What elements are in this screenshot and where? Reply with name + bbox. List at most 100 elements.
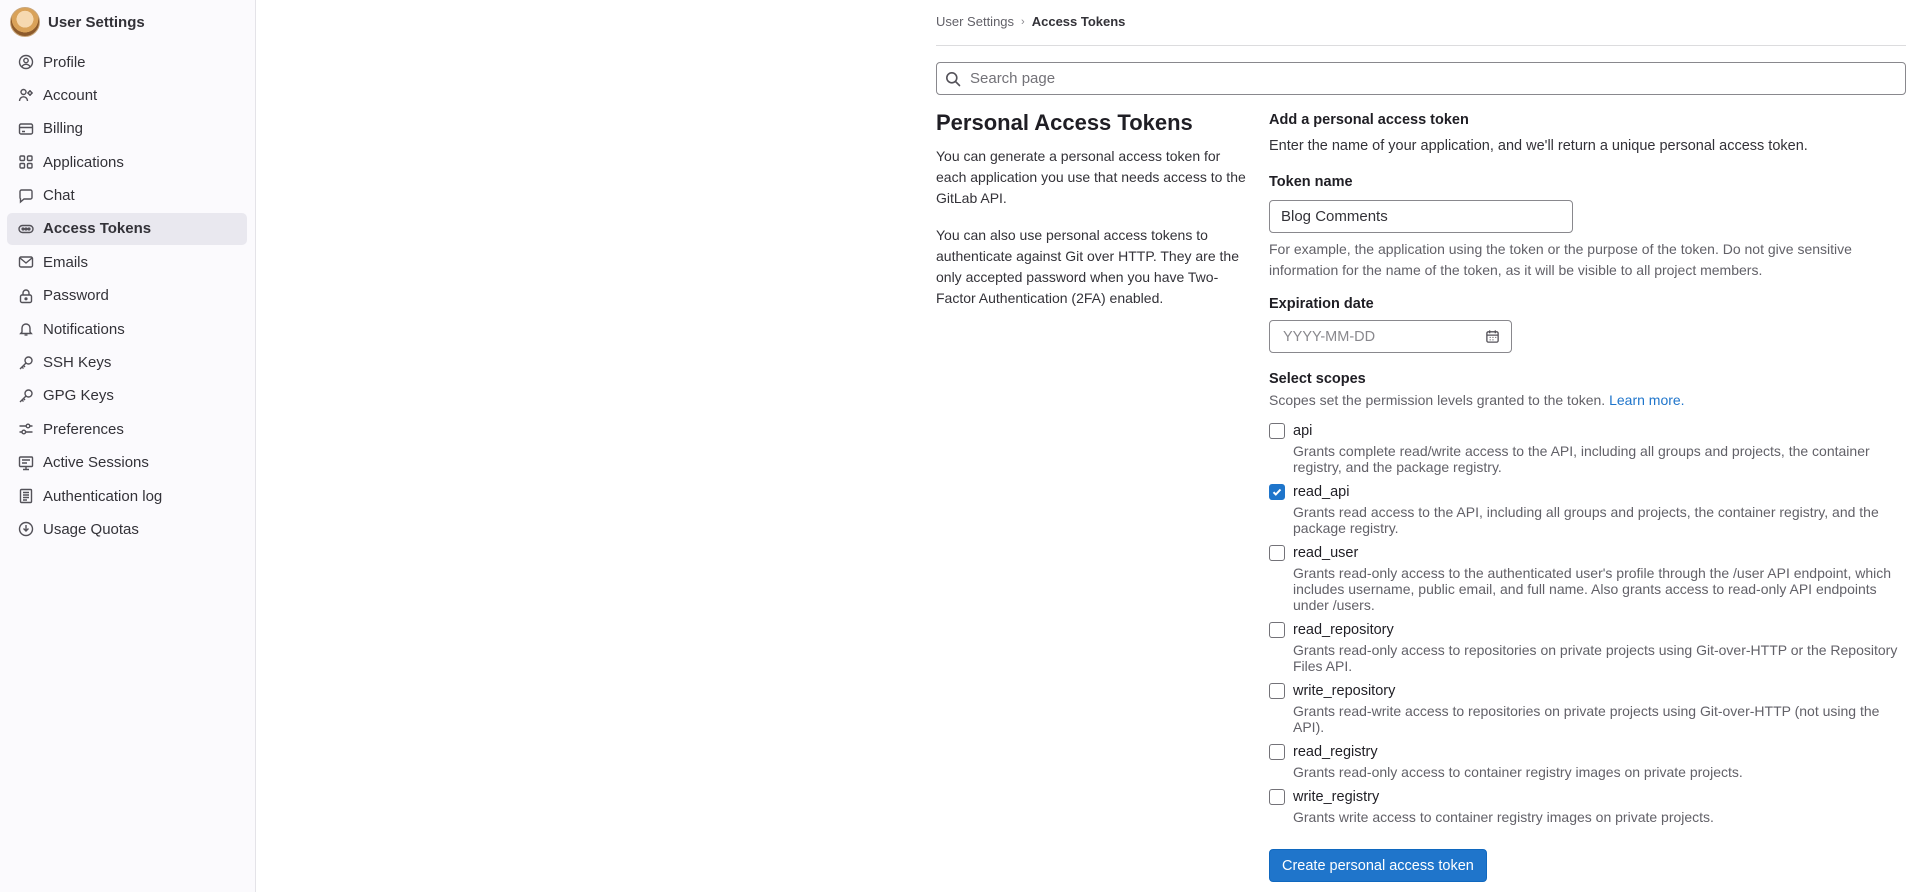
token-name-label: Token name (1269, 174, 1353, 190)
check-icon (1272, 488, 1282, 496)
scope-name[interactable]: read_repository (1293, 621, 1909, 639)
breadcrumb-current[interactable]: Access Tokens (1032, 14, 1126, 29)
monitor-icon (18, 455, 34, 471)
scopes-help-text: Scopes set the permission levels granted… (1269, 392, 1606, 408)
scope-read-api: read_api Grants read access to the API, i… (1269, 483, 1909, 536)
scope-checkbox[interactable] (1269, 484, 1285, 500)
chat-bubble-icon (18, 188, 34, 204)
sidebar-item-label: Authentication log (43, 487, 163, 505)
user-circle-icon (18, 54, 34, 70)
scope-checkbox[interactable] (1269, 545, 1285, 561)
token-name-input[interactable] (1269, 200, 1573, 233)
sidebar-item-applications[interactable]: Applications (7, 146, 247, 178)
scope-name[interactable]: read_registry (1293, 743, 1743, 761)
scope-read-user: read_user Grants read-only access to the … (1269, 544, 1909, 613)
expiration-date-input[interactable] (1281, 327, 1485, 346)
sidebar-item-password[interactable]: Password (7, 280, 247, 312)
intro-paragraph-1: You can generate a personal access token… (936, 148, 1246, 206)
sidebar-item-label: Access Tokens (43, 220, 152, 238)
sidebar-item-access-tokens[interactable]: Access Tokens (7, 212, 247, 245)
scope-checkbox[interactable] (1269, 622, 1285, 638)
sidebar-item-label: Preferences (43, 420, 124, 438)
lock-icon (18, 288, 34, 304)
sidebar: User Settings Profile Account Billing Appli… (0, 0, 256, 892)
sidebar-item-preferences[interactable]: Preferences (7, 413, 247, 445)
scope-text: write_repository Grants read-write access… (1293, 682, 1909, 735)
search-box[interactable] (936, 62, 1906, 95)
sidebar-item-account[interactable]: Account (7, 79, 247, 111)
learn-more-link[interactable]: Learn more. (1609, 392, 1684, 408)
expiration-date-label: Expiration date (1269, 296, 1374, 312)
intro-section: Personal Access Tokens You can generate … (936, 110, 1246, 325)
scope-read-repository: read_repository Grants read-only access t… (1269, 621, 1909, 674)
scope-description: Grants read-only access to the authentic… (1293, 565, 1892, 613)
scopes-label: Select scopes (1269, 371, 1366, 387)
breadcrumb-parent[interactable]: User Settings (936, 14, 1014, 29)
page-title: Personal Access Tokens (936, 110, 1193, 135)
sidebar-item-emails[interactable]: Emails (7, 246, 247, 278)
scope-name[interactable]: read_api (1293, 483, 1909, 501)
create-token-button[interactable]: Create personal access token (1269, 849, 1487, 882)
token-icon (18, 221, 34, 237)
scope-description: Grants complete read/write access to the… (1293, 443, 1870, 475)
scope-description: Grants read-write access to repositories… (1293, 703, 1880, 735)
scope-text: write_registry Grants write access to con… (1293, 788, 1714, 825)
scope-list: api Grants complete read/write access to … (1269, 422, 1909, 825)
key-icon (18, 355, 34, 371)
calendar-icon[interactable] (1485, 329, 1500, 344)
sidebar-item-chat[interactable]: Chat (7, 180, 247, 212)
sidebar-item-label: Account (43, 86, 98, 104)
sidebar-item-ssh-keys[interactable]: SSH Keys (7, 347, 247, 379)
scope-checkbox[interactable] (1269, 423, 1285, 439)
scope-description: Grants write access to container registr… (1293, 809, 1714, 825)
sidebar-item-label: Password (43, 287, 109, 305)
divider (936, 45, 1906, 46)
scope-checkbox[interactable] (1269, 789, 1285, 805)
form-subheading: Enter the name of your application, and … (1269, 138, 1808, 154)
scope-name[interactable]: write_repository (1293, 682, 1909, 700)
token-form: Add a personal access token Enter the na… (1269, 112, 1909, 882)
scope-text: read_repository Grants read-only access t… (1293, 621, 1909, 674)
search-icon (945, 71, 961, 87)
sidebar-item-gpg-keys[interactable]: GPG Keys (7, 380, 247, 412)
avatar[interactable] (10, 7, 40, 37)
preferences-icon (18, 421, 34, 437)
sidebar-item-label: GPG Keys (43, 387, 114, 405)
credit-card-icon (18, 121, 34, 137)
sidebar-item-profile[interactable]: Profile (7, 46, 247, 78)
scope-name[interactable]: api (1293, 422, 1909, 440)
sidebar-item-billing[interactable]: Billing (7, 113, 247, 145)
applications-icon (18, 154, 34, 170)
mail-icon (18, 254, 34, 270)
sidebar-item-active-sessions[interactable]: Active Sessions (7, 447, 247, 479)
sidebar-item-usage-quotas[interactable]: Usage Quotas (7, 513, 247, 545)
scope-description: Grants read access to the API, including… (1293, 504, 1879, 536)
scope-name[interactable]: read_user (1293, 544, 1909, 562)
scopes-help: Scopes set the permission levels granted… (1269, 392, 1909, 408)
quota-icon (18, 521, 34, 537)
sidebar-header: User Settings (0, 0, 255, 44)
sidebar-title: User Settings (48, 13, 145, 31)
scope-read-registry: read_registry Grants read-only access to … (1269, 743, 1909, 780)
scope-name[interactable]: write_registry (1293, 788, 1714, 806)
sidebar-item-label: Applications (43, 153, 124, 171)
sidebar-item-label: Billing (43, 120, 84, 138)
scope-text: api Grants complete read/write access to … (1293, 422, 1909, 475)
token-name-help: For example, the application using the t… (1269, 241, 1852, 278)
scope-api: api Grants complete read/write access to … (1269, 422, 1909, 475)
scope-checkbox[interactable] (1269, 683, 1285, 699)
search-input[interactable] (968, 69, 1905, 88)
key-icon (18, 388, 34, 404)
sidebar-item-authentication-log[interactable]: Authentication log (7, 480, 247, 512)
scope-write-repository: write_repository Grants read-write access… (1269, 682, 1909, 735)
scope-checkbox[interactable] (1269, 744, 1285, 760)
scope-description: Grants read-only access to repositories … (1293, 642, 1898, 674)
sidebar-nav: Profile Account Billing Applications Chat Acc… (0, 46, 255, 545)
sidebar-item-label: Profile (43, 53, 86, 71)
log-icon (18, 488, 34, 504)
scope-write-registry: write_registry Grants write access to con… (1269, 788, 1909, 825)
scope-description: Grants read-only access to container reg… (1293, 764, 1743, 780)
sidebar-item-notifications[interactable]: Notifications (7, 313, 247, 345)
expiration-date-field[interactable] (1269, 320, 1512, 353)
sidebar-item-label: Active Sessions (43, 454, 149, 472)
